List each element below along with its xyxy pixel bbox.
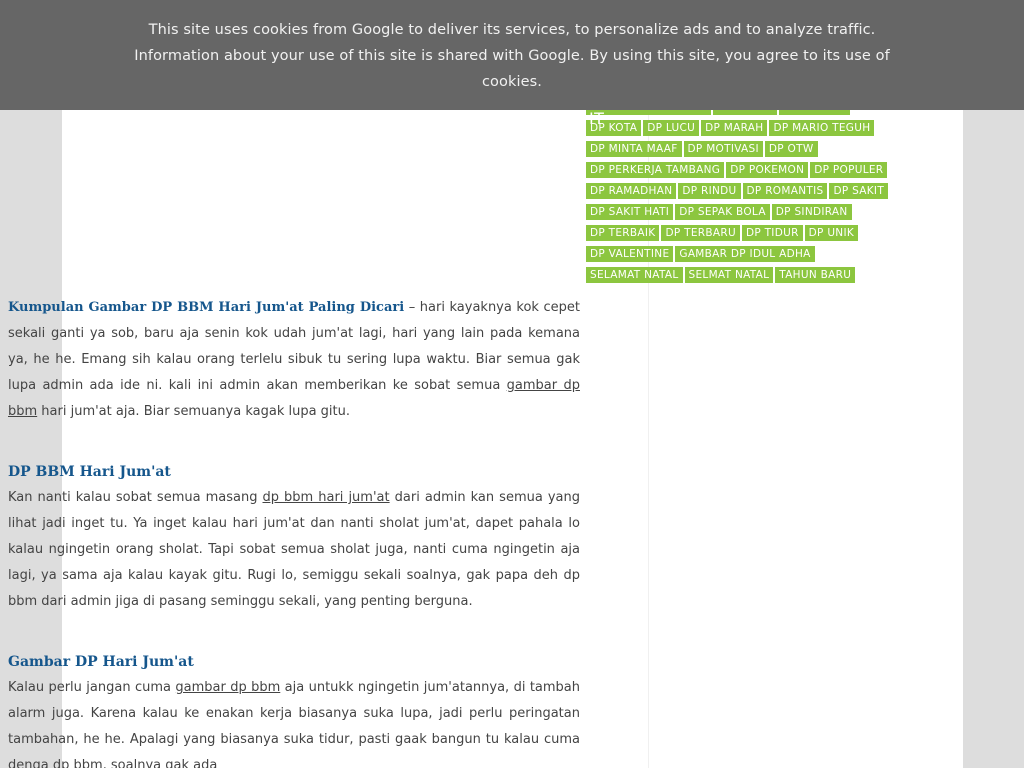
label-tag[interactable]: DP TERBARU xyxy=(661,225,740,241)
section-spacer-1 xyxy=(8,445,580,461)
inline-link-dp-bbm-hari-jumat[interactable]: dp bbm hari jum'at xyxy=(263,490,390,505)
inline-link-gambar-dp-bbm-2[interactable]: gambar dp bbm xyxy=(175,680,280,695)
label-tag[interactable]: DP POPULER xyxy=(810,162,888,178)
label-tag[interactable]: DP VALENTINE xyxy=(586,246,674,262)
section2-text-part1: Kan nanti kalau sobat semua masang xyxy=(8,490,263,505)
cookie-banner-message: This site uses cookies from Google to de… xyxy=(134,22,890,90)
label-tag[interactable]: DP ROMANTIS xyxy=(742,183,828,199)
post-title-link[interactable]: Kumpulan Gambar DP BBM Hari Jum'at Palin… xyxy=(8,300,404,315)
section2-paragraph: Kan nanti kalau sobat semua masang dp bb… xyxy=(8,485,580,615)
label-tag[interactable]: SELAMAT NATAL xyxy=(586,267,683,283)
label-tag[interactable]: DP UNIK xyxy=(804,225,859,241)
label-tag[interactable]: DP RAMADHAN xyxy=(586,183,677,199)
cookie-banner-actions: LEARN MORE GOT IT xyxy=(0,109,1024,128)
section-heading-gambar-dp-hari-jumat: Gambar DP Hari Jum'at xyxy=(8,654,194,670)
cookie-consent-banner: This site uses cookies from Google to de… xyxy=(0,0,1024,128)
intro-paragraph: Kumpulan Gambar DP BBM Hari Jum'at Palin… xyxy=(8,295,580,425)
label-tag[interactable]: DP TIDUR xyxy=(741,225,803,241)
section-heading-dp-bbm-hari-jumat: DP BBM Hari Jum'at xyxy=(8,464,171,480)
learn-more-button[interactable]: LEARN MORE xyxy=(420,109,530,128)
section3-text-part1: Kalau perlu jangan cuma xyxy=(8,680,176,695)
section-spacer-2 xyxy=(8,635,580,651)
label-tag[interactable]: GAMBAR DP IDUL ADHA xyxy=(675,246,815,262)
section2-text-part2: dari admin kan semua yang lihat jadi ing… xyxy=(8,490,580,609)
section3-paragraph: Kalau perlu jangan cuma gambar dp bbm aj… xyxy=(8,675,580,768)
got-it-button[interactable]: GOT IT xyxy=(548,109,605,128)
label-tag[interactable]: DP PERKERJA TAMBANG xyxy=(586,162,725,178)
label-tag[interactable]: DP SAKIT HATI xyxy=(586,204,674,220)
label-tag[interactable]: TAHUN BARU xyxy=(775,267,856,283)
label-tag[interactable]: SELMAT NATAL xyxy=(684,267,774,283)
label-tag[interactable]: DP MINTA MAAF xyxy=(586,141,682,157)
label-tag[interactable]: DP RINDU xyxy=(678,183,741,199)
label-tag[interactable]: DP TERBAIK xyxy=(586,225,660,241)
article-content: Kumpulan Gambar DP BBM Hari Jum'at Palin… xyxy=(8,295,580,768)
intro-text-part2: hari jum'at aja. Biar semuanya kagak lup… xyxy=(37,404,351,419)
page-root: DP BBM KECEWADP BBM SEDIHDP BERGERAKDP B… xyxy=(0,0,1024,768)
label-tag[interactable]: DP MOTIVASI xyxy=(683,141,763,157)
label-tag[interactable]: DP OTW xyxy=(764,141,818,157)
label-tag[interactable]: DP POKEMON xyxy=(726,162,809,178)
label-tag[interactable]: DP SEPAK BOLA xyxy=(675,204,770,220)
label-tag[interactable]: DP SINDIRAN xyxy=(771,204,852,220)
label-tag[interactable]: DP SAKIT xyxy=(829,183,889,199)
